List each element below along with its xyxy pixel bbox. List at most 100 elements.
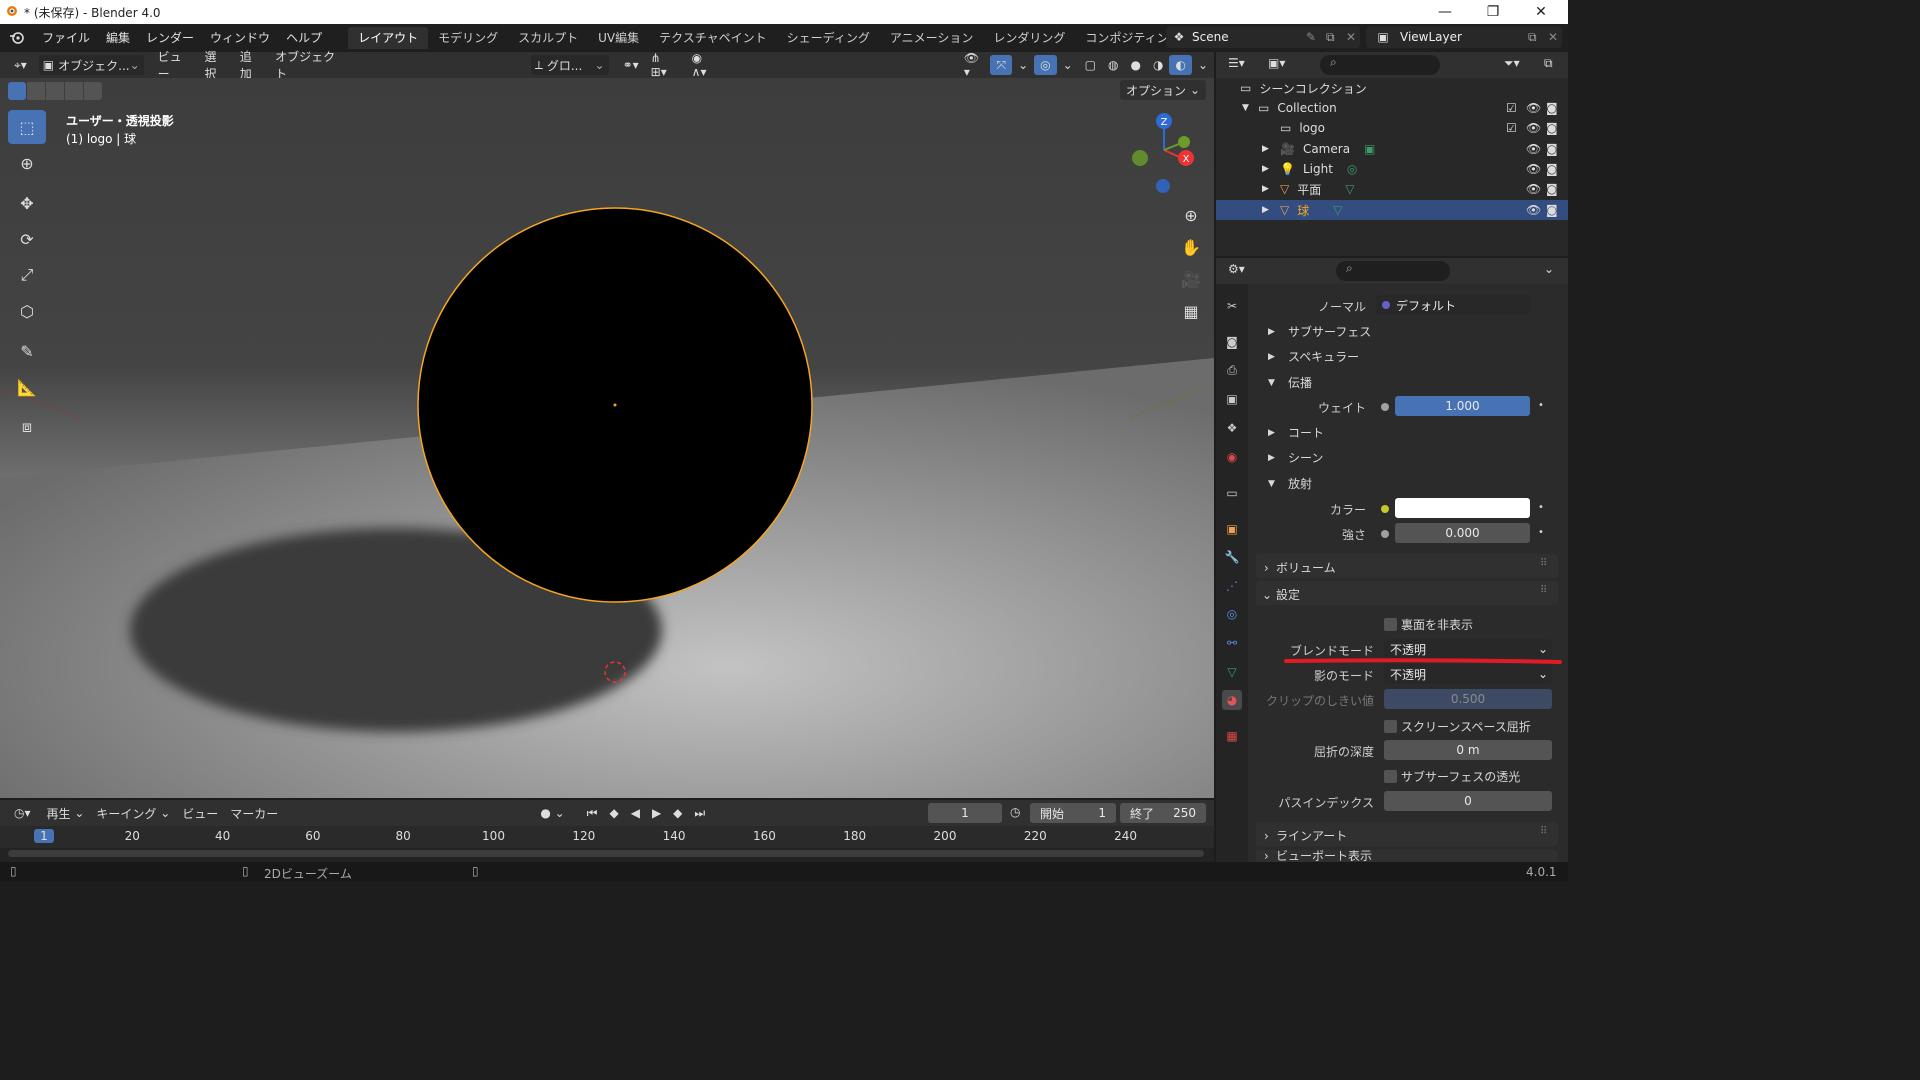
select-intersect-icon[interactable] — [84, 82, 102, 100]
jump-start-icon[interactable]: ⏮ — [581, 803, 604, 823]
drag-handle-icon[interactable]: ⠿ — [1540, 558, 1547, 569]
new-scene-icon[interactable]: ⧉ — [1326, 30, 1346, 45]
options-dropdown[interactable]: オプション ⌄ — [1120, 80, 1207, 100]
current-frame-field[interactable]: 1 — [928, 803, 1002, 823]
mode-selector[interactable]: ▣ オブジェク... ⌄ — [38, 55, 144, 75]
outliner-item-light[interactable]: ▶ 💡 Light ◎ 👁 ◙ — [1216, 159, 1568, 179]
menu-playback[interactable]: 再生 ⌄ — [41, 803, 91, 823]
menu-help[interactable]: ヘルプ — [278, 27, 330, 49]
auto-keying-icon[interactable]: ● ⌄ — [534, 803, 570, 823]
camera-view-icon[interactable]: 🎥 — [1178, 264, 1204, 296]
display-mode-icon[interactable]: ▣▾ — [1268, 56, 1285, 70]
wireframe-shading-icon[interactable]: ◍ — [1102, 55, 1124, 75]
select-extend-icon[interactable] — [27, 82, 45, 100]
view-layer-tab-icon[interactable]: ▣ — [1222, 389, 1242, 409]
menu-add[interactable]: 追加 — [234, 50, 269, 81]
timeline-body[interactable]: 1 20 40 60 80 100 120 140 160 180 200 220 240 — [0, 826, 1214, 862]
eye-icon[interactable]: 👁 — [1526, 203, 1541, 217]
tab-rendering[interactable]: レンダリング — [983, 27, 1075, 49]
checkbox-icon[interactable]: ☑ — [1506, 101, 1517, 115]
chevron-down-icon[interactable]: ⌄ — [1544, 262, 1554, 276]
close-button[interactable]: ✕ — [1518, 0, 1564, 24]
properties-editor-icon[interactable]: ⚙▾ — [1228, 262, 1245, 276]
navigation-gizmo[interactable]: Z X — [1124, 110, 1204, 194]
subsurface-translucency-checkbox[interactable]: サブサーフェスの透光 — [1384, 768, 1520, 785]
editor-type-icon[interactable]: ⌖▾ — [8, 55, 33, 75]
menu-view[interactable]: ビュー — [152, 50, 199, 81]
pan-hand-icon[interactable]: ✋ — [1178, 232, 1204, 264]
render-camera-icon[interactable]: ◙ — [1546, 203, 1558, 217]
emission-section[interactable]: ▼ 放射 — [1268, 475, 1312, 492]
pin-icon[interactable]: ✎ — [1306, 30, 1326, 44]
solid-shading-icon[interactable]: ● — [1125, 55, 1147, 75]
keyframe-dot-icon[interactable]: • — [1538, 502, 1544, 513]
normal-field[interactable]: デフォルト — [1376, 295, 1530, 315]
eye-icon[interactable]: 👁 — [1526, 101, 1541, 115]
viewlayer-selector[interactable]: ▣ ViewLayer ⧉ ✕ — [1366, 26, 1562, 48]
eye-icon[interactable]: 👁 — [1526, 182, 1541, 196]
menu-keying[interactable]: キーイング ⌄ — [90, 803, 176, 823]
tab-layout[interactable]: レイアウト — [348, 26, 429, 49]
expand-arrow-icon[interactable]: ▶ — [1262, 164, 1280, 174]
ssr-checkbox[interactable]: スクリーンスペース屈折 — [1384, 718, 1531, 735]
subsurface-section[interactable]: ▶ サブサーフェス — [1268, 323, 1371, 340]
scale-tool-icon[interactable]: ⤢ — [8, 258, 46, 292]
strength-field[interactable]: 0.000 — [1395, 523, 1530, 543]
current-frame-indicator[interactable]: 1 — [34, 829, 54, 843]
select-new-icon[interactable] — [8, 82, 26, 100]
tab-texture-paint[interactable]: テクスチャペイント — [649, 27, 777, 49]
select-invert-icon[interactable] — [65, 82, 83, 100]
rendered-shading-icon[interactable]: ◐ — [1169, 55, 1192, 75]
chevron-down-icon[interactable]: ⌄ — [1057, 55, 1079, 75]
keyframe-dot-icon[interactable]: • — [1538, 527, 1544, 538]
world-tab-icon[interactable]: ◉ — [1222, 447, 1242, 467]
tab-shading[interactable]: シェーディング — [777, 27, 880, 49]
drag-handle-icon[interactable]: ⠿ — [1540, 585, 1547, 596]
settings-panel-header[interactable]: ⌄ 設定 ⠿ — [1256, 581, 1558, 605]
measure-tool-icon[interactable]: 📐 — [8, 370, 46, 404]
select-box-tool-icon[interactable]: ⬚ — [8, 110, 46, 144]
visibility-icon[interactable]: 👁▾ — [958, 51, 991, 79]
volume-panel-header[interactable]: › ボリューム ⠿ — [1256, 554, 1558, 578]
menu-file[interactable]: ファイル — [34, 27, 98, 49]
xray-icon[interactable]: ▢ — [1079, 55, 1102, 75]
minimize-button[interactable]: — — [1422, 0, 1468, 24]
render-camera-icon[interactable]: ◙ — [1546, 182, 1558, 196]
expand-arrow-icon[interactable]: ▶ — [1262, 144, 1280, 154]
transform-tool-icon[interactable]: ⬡ — [8, 294, 46, 328]
ortho-grid-icon[interactable]: ▦ — [1178, 296, 1204, 328]
material-tab-icon[interactable]: ◕ — [1222, 690, 1242, 710]
proportional-edit-icon[interactable]: ◉ ∧▾ — [686, 51, 726, 79]
scene-tab-icon[interactable]: ❖ — [1222, 418, 1242, 438]
collection-tab-icon[interactable]: ▭ — [1222, 483, 1242, 503]
tab-animation[interactable]: アニメーション — [880, 27, 984, 49]
transmission-section[interactable]: ▼ 伝播 — [1268, 374, 1312, 391]
chevron-down-icon[interactable]: ⌄ — [1192, 55, 1214, 75]
annotate-tool-icon[interactable]: ✎ — [8, 334, 46, 368]
tool-tab-icon[interactable]: ✂ — [1222, 296, 1242, 316]
pivot-icon[interactable]: ⚭▾ — [617, 55, 645, 75]
menu-timeline-view[interactable]: ビュー — [176, 803, 224, 823]
tab-modeling[interactable]: モデリング — [428, 27, 508, 49]
pass-index-field[interactable]: 0 — [1384, 791, 1552, 811]
rotate-tool-icon[interactable]: ⟳ — [8, 222, 46, 256]
maximize-button[interactable]: ❐ — [1470, 0, 1516, 24]
backface-culling-checkbox[interactable]: 裏面を非表示 — [1384, 616, 1473, 633]
new-collection-icon[interactable]: ⧉ — [1544, 56, 1553, 71]
modifier-tab-icon[interactable]: 🔧 — [1222, 547, 1242, 567]
clip-threshold-field[interactable]: 0.500 — [1384, 689, 1552, 709]
emission-color-swatch[interactable] — [1395, 498, 1530, 518]
eye-icon[interactable]: 👁 — [1526, 162, 1541, 176]
outliner-collection[interactable]: ▼ ▭ Collection ☑ 👁 ◙ — [1216, 98, 1568, 118]
material-shading-icon[interactable]: ◑ — [1147, 55, 1169, 75]
menu-window[interactable]: ウィンドウ — [202, 27, 278, 49]
sheen-section[interactable]: ▶ シーン — [1268, 449, 1323, 466]
viewport-display-panel-header[interactable]: › ビューポート表示 — [1256, 850, 1558, 862]
eye-icon[interactable]: 👁 — [1526, 142, 1541, 156]
drag-handle-icon[interactable]: ⠿ — [1540, 826, 1547, 837]
tab-sculpt[interactable]: スカルプト — [508, 27, 588, 49]
object-tab-icon[interactable]: ▣ — [1222, 519, 1242, 539]
filter-icon[interactable]: ⏷▾ — [1504, 56, 1520, 71]
start-frame-field[interactable]: 開始 1 — [1030, 803, 1116, 823]
outliner-item-plane[interactable]: ▶ ▽ 平面 ▽ 👁 ◙ — [1216, 179, 1568, 199]
